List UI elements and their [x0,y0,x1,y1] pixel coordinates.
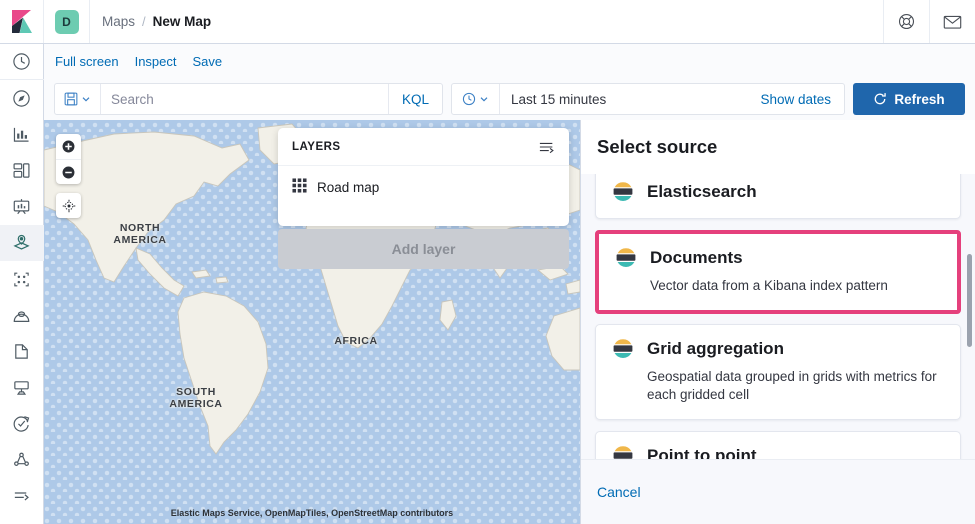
sidebar-item-machine-learning[interactable] [0,261,44,297]
source-card-top: Elasticsearch [612,181,944,203]
breadcrumb-maps[interactable]: Maps [102,14,135,29]
flyout-title: Select source [597,136,718,157]
flyout-scrollbar[interactable] [967,254,972,347]
layers-panel: LAYERS Road map [278,128,569,226]
sidebar-item-siem[interactable] [0,442,44,478]
elastic-logo-icon [612,338,634,360]
breadcrumb: Maps / New Map [102,14,211,29]
sidebar-item-discover[interactable] [0,80,44,116]
inspect-button[interactable]: Inspect [135,54,177,69]
full-screen-button[interactable]: Full screen [55,54,119,69]
grid-tile-icon [292,177,307,198]
breadcrumb-new-map: New Map [152,14,212,29]
header-actions [883,0,975,43]
help-icon[interactable] [883,0,929,43]
crosshair-icon[interactable] [56,193,81,218]
layers-header: LAYERS [278,128,569,166]
clock-icon [462,92,476,106]
sidebar-item-infrastructure[interactable] [0,297,44,333]
elastic-logo-icon [612,445,634,459]
map-zoom-controls [56,134,81,184]
query-bar: KQL Last 15 minutes Show dates Refresh [44,78,975,120]
primary-navigation [0,44,44,524]
flyout-footer: Cancel [581,459,975,524]
show-dates-button[interactable]: Show dates [760,92,844,107]
chevron-down-icon [82,97,90,102]
elastic-logo-icon [615,247,637,269]
kibana-logo[interactable] [0,0,44,43]
source-title: Documents [650,248,743,267]
refresh-label: Refresh [894,91,945,107]
source-card-grid-aggregation[interactable]: Grid aggregation Geospatial data grouped… [595,324,961,420]
refresh-icon [875,93,887,105]
space-badge-letter: D [54,9,79,34]
sidebar-item-recently-viewed[interactable] [0,44,44,81]
quick-select-button[interactable] [452,84,500,114]
time-range-value[interactable]: Last 15 minutes [500,92,760,107]
plus-icon [62,140,75,153]
map-label-north-america: NORTH AMERICA [113,222,167,246]
sidebar-item-uptime[interactable] [0,406,44,442]
sidebar-item-canvas[interactable] [0,189,44,225]
save-button[interactable]: Save [193,54,223,69]
elastic-logo-icon [612,181,634,203]
space-avatar[interactable]: D [44,0,90,43]
map-locate-control [56,193,81,218]
zoom-in-button[interactable] [56,134,81,159]
map-top-nav: Full screen Inspect Save [44,44,975,78]
kibana-maps-app: D Maps / New Map Full screen Inspect Sav… [0,0,975,524]
flyout-header: Select source [581,120,975,174]
query-language-badge[interactable]: KQL [387,84,442,114]
layers-title: LAYERS [292,140,341,153]
global-header: D Maps / New Map [0,0,975,44]
sidebar-item-collapse[interactable] [0,478,44,514]
map-label-africa: AFRICA [334,335,378,347]
sidebar-item-apm[interactable] [0,369,44,405]
saved-query-button[interactable] [55,84,101,114]
source-card-top: Documents [615,247,941,269]
layer-name: Road map [317,180,380,195]
source-title: Point to point [647,446,757,459]
source-card-documents[interactable]: Documents Vector data from a Kibana inde… [599,234,957,310]
sidebar-item-visualize[interactable] [0,116,44,152]
layer-list-item[interactable]: Road map [278,166,569,209]
zoom-out-button[interactable] [56,159,81,184]
cancel-button[interactable]: Cancel [597,484,641,500]
time-picker-group: Last 15 minutes Show dates [451,83,845,115]
source-title: Grid aggregation [647,339,784,358]
sort-list-icon[interactable] [539,140,555,154]
sidebar-item-dashboard[interactable] [0,153,44,189]
search-group: KQL [54,83,443,115]
layers-panel-footer [278,209,569,226]
breadcrumb-separator: / [142,14,146,29]
mail-icon[interactable] [929,0,975,43]
source-description: Vector data from a Kibana index pattern [650,278,888,293]
add-layer-button[interactable]: Add layer [278,229,569,269]
source-list[interactable]: Elasticsearch Documents Vector data from… [581,174,975,459]
sidebar-item-logs[interactable] [0,333,44,369]
source-title: Elasticsearch [647,182,757,201]
refresh-button[interactable]: Refresh [853,83,965,115]
map-attribution: Elastic Maps Service, OpenMapTiles, Open… [170,508,454,518]
source-description: Geospatial data grouped in grids with me… [647,369,937,402]
select-source-flyout: Select source Elasticsearch Documents Ve… [580,120,975,524]
layers-control: LAYERS Road map Add layer [278,128,569,269]
source-card-documents-highlight: Documents Vector data from a Kibana inde… [595,230,961,314]
chevron-down-icon [480,97,488,102]
source-card-elasticsearch[interactable]: Elasticsearch [595,174,961,219]
search-input[interactable] [101,91,388,107]
map-label-south-america: SOUTH AMERICA [169,386,223,410]
minus-icon [62,166,75,178]
sidebar-item-maps[interactable] [0,224,44,261]
source-card-top: Point to point [612,445,944,459]
source-card-point-to-point[interactable]: Point to point [595,431,961,459]
source-card-top: Grid aggregation [612,338,944,360]
